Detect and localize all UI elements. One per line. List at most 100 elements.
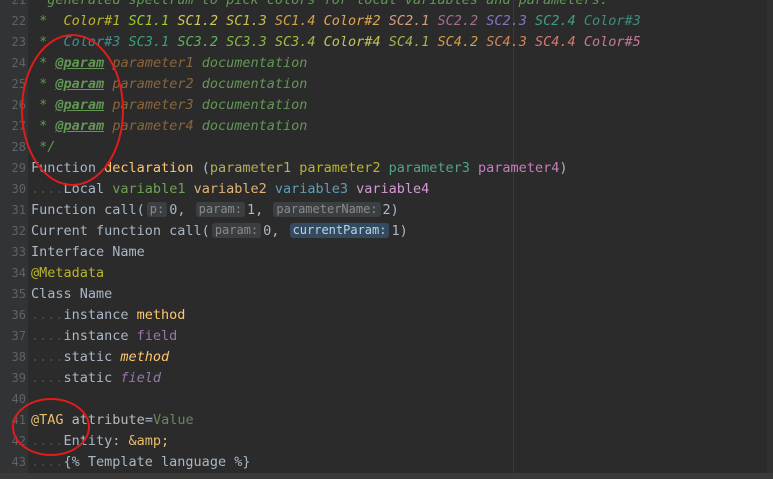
code-line[interactable]: 24 * @param parameter1 documentation [0, 53, 773, 74]
code-token: Interface Name [31, 244, 145, 260]
code-token: SC2.3 [486, 13, 536, 29]
code-token: instance [63, 307, 137, 323]
code-line[interactable]: 22 * Color#1 SC1.1 SC1.2 SC1.3 SC1.4 Col… [0, 11, 773, 32]
line-number: 29 [11, 161, 26, 175]
code-line[interactable]: 34 @Metadata [0, 263, 773, 284]
line-number: 22 [11, 14, 26, 28]
code-line[interactable]: 35 Class Name [0, 284, 773, 305]
code-line[interactable]: 30 ....Local variable1 variable2 variable… [0, 179, 773, 200]
code-token: @TAG [31, 412, 64, 428]
line-number: 36 [11, 308, 26, 322]
line-number: 38 [11, 350, 26, 364]
code-token: */ [31, 139, 56, 155]
code-token: documentation [193, 76, 308, 92]
code-token: SC1.2 [177, 13, 227, 29]
code-line[interactable]: 37 ....instance field [0, 326, 773, 347]
code-token: generated spectrum to pick colors for lo… [31, 0, 609, 8]
code-line[interactable]: 21 generated spectrum to pick colors for… [0, 0, 773, 11]
code-token: method [120, 349, 170, 365]
code-token: 0, [169, 202, 194, 218]
indent-whitespace: .... [31, 328, 64, 344]
code-token: SC2.1 [388, 13, 438, 29]
code-token: {% Template language %} [63, 454, 251, 470]
code-token: static [63, 370, 121, 386]
code-token: SC2.4 [535, 13, 584, 29]
code-token: * [31, 76, 56, 92]
code-line[interactable]: 32 Current function call(param: 0, current… [0, 221, 773, 242]
code-lines[interactable]: 21 generated spectrum to pick colors for… [0, 0, 773, 473]
code-line[interactable]: 38 ....static method [0, 347, 773, 368]
line-number: 24 [11, 56, 26, 70]
code-token: @param [55, 118, 105, 134]
code-token: Entity: [63, 433, 129, 449]
indent-whitespace: .... [31, 370, 64, 386]
code-token: ) [559, 160, 568, 176]
line-number: 42 [11, 434, 26, 448]
code-text: ....{% Template language %} [31, 452, 250, 473]
code-token: @param [55, 97, 105, 113]
code-token: @param [55, 55, 105, 71]
code-token: SC1.4 [274, 13, 324, 29]
parameter-hint: param: [195, 202, 245, 217]
code-token: 1) [391, 223, 408, 239]
line-number: 35 [11, 287, 26, 301]
code-token: Value [152, 412, 194, 428]
line-number: 27 [11, 119, 26, 133]
indent-whitespace: .... [31, 454, 64, 470]
code-token: parameter2 [112, 76, 194, 92]
code-token: field [136, 328, 178, 344]
code-token: Function call( [31, 202, 145, 218]
code-token: SC3.1 [128, 34, 178, 50]
code-line[interactable]: 41 @TAG attribute=Value [0, 410, 773, 431]
code-token: Color#5 [583, 34, 641, 50]
code-token: documentation [193, 97, 308, 113]
code-token: 1, [247, 202, 272, 218]
code-line[interactable]: 29 Function declaration (parameter1 param… [0, 158, 773, 179]
code-line[interactable]: 23 * Color#3 SC3.1 SC3.2 SC3.3 SC3.4 Col… [0, 32, 773, 53]
code-line[interactable]: 39 ....static field [0, 368, 773, 389]
code-text: Function declaration (parameter1 paramet… [31, 158, 567, 179]
line-number: 40 [11, 392, 26, 406]
code-token: parameter3 [112, 97, 194, 113]
line-number: 21 [11, 0, 26, 7]
code-token: method [136, 307, 186, 323]
line-number: 31 [11, 203, 26, 217]
code-token: instance [63, 328, 137, 344]
code-token: * [31, 34, 64, 50]
indent-whitespace: .... [31, 433, 64, 449]
code-line[interactable]: 31 Function call(p: 0, param: 1, parameterN… [0, 200, 773, 221]
code-token: Color#1 [63, 13, 129, 29]
code-text: * @param parameter3 documentation [31, 95, 307, 116]
code-text: ....instance field [31, 326, 177, 347]
code-token: Color#4 [323, 34, 389, 50]
code-text: ....instance method [31, 305, 185, 326]
code-line[interactable]: 28 */ [0, 137, 773, 158]
code-token: variable3 [274, 181, 357, 197]
code-token: Current function call( [31, 223, 210, 239]
horizontal-scrollbar[interactable] [0, 473, 773, 479]
code-line[interactable]: 36 ....instance method [0, 305, 773, 326]
line-number: 23 [11, 35, 26, 49]
vertical-scrollbar[interactable] [767, 0, 773, 479]
code-token: * [31, 97, 56, 113]
line-number: 41 [11, 413, 26, 427]
code-line[interactable]: 26 * @param parameter3 documentation [0, 95, 773, 116]
code-text: * @param parameter2 documentation [31, 74, 307, 95]
code-text: ....static method [31, 347, 169, 368]
code-token: SC4.2 [437, 34, 487, 50]
line-number: 33 [11, 245, 26, 259]
code-line[interactable]: 43 ....{% Template language %} [0, 452, 773, 473]
code-token: parameter3 [388, 160, 479, 176]
code-line[interactable]: 33 Interface Name [0, 242, 773, 263]
code-text: ....static field [31, 368, 161, 389]
code-token: parameter2 [299, 160, 389, 176]
code-line[interactable]: 27 * @param parameter4 documentation [0, 116, 773, 137]
line-number: 37 [11, 329, 26, 343]
code-token: * [31, 55, 56, 71]
code-line[interactable]: 40 [0, 389, 773, 410]
line-number: 28 [11, 140, 26, 154]
code-line[interactable]: 25 * @param parameter2 documentation [0, 74, 773, 95]
code-line[interactable]: 42 ....Entity: &amp; [0, 431, 773, 452]
code-editor[interactable]: 21 generated spectrum to pick colors for… [0, 0, 773, 479]
code-token: variable2 [193, 181, 275, 197]
